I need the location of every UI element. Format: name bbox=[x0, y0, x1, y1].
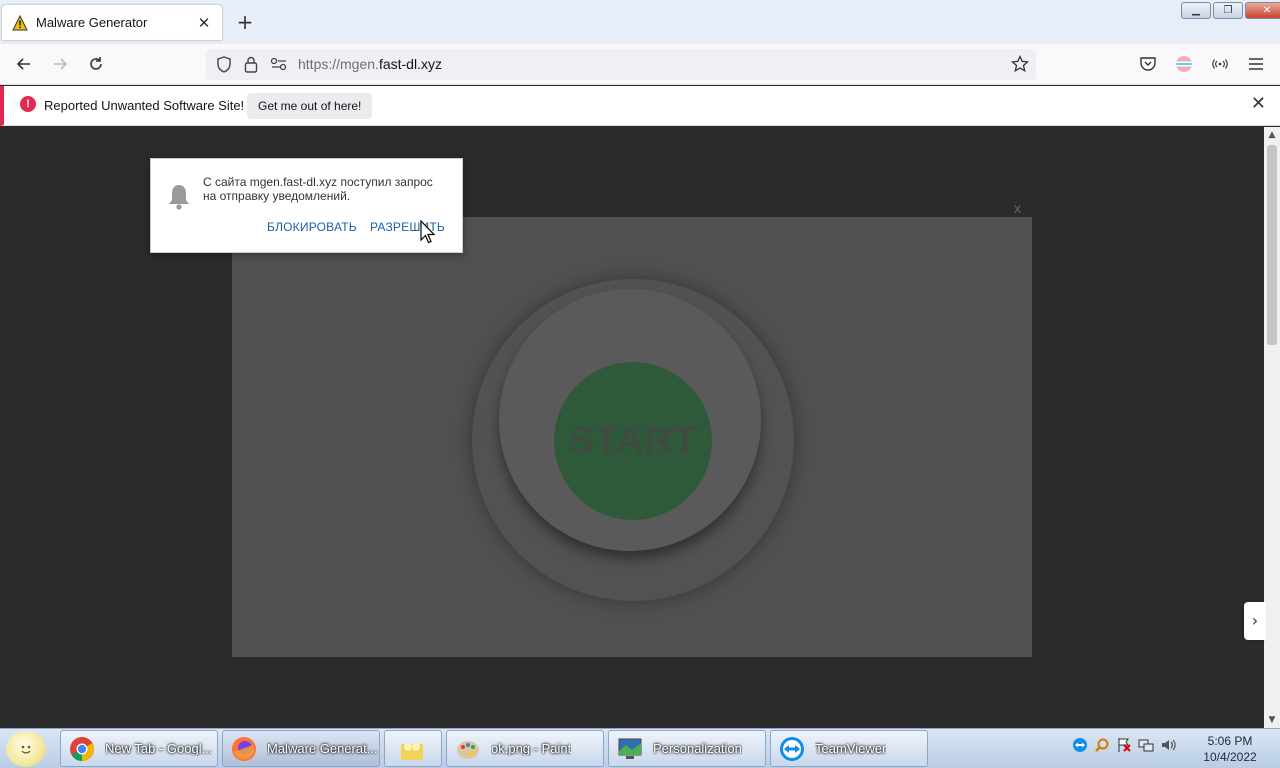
scrollbar-thumb[interactable] bbox=[1267, 145, 1277, 345]
windows-taskbar: New Tab - Googl... Malware Generat... ok… bbox=[0, 728, 1280, 768]
folder-users-icon bbox=[401, 742, 423, 760]
warning-close-icon[interactable]: ✕ bbox=[1251, 93, 1266, 114]
minimize-button[interactable]: ▁ bbox=[1181, 2, 1211, 19]
block-button[interactable]: БЛОКИРОВАТЬ bbox=[267, 220, 357, 234]
new-tab-button[interactable]: + bbox=[234, 11, 256, 33]
taskbar-clock[interactable]: 5:06 PM 10/4/2022 bbox=[1198, 733, 1262, 765]
taskbar-item-personalization[interactable]: Personalization bbox=[608, 730, 766, 767]
tab-strip: Malware Generator ✕ + ▁ ❐ ✕ bbox=[0, 0, 1280, 44]
reload-icon bbox=[90, 57, 102, 70]
back-button[interactable] bbox=[12, 52, 36, 76]
taskbar-item-label: New Tab - Googl... bbox=[105, 741, 213, 756]
tab-title: Malware Generator bbox=[36, 15, 148, 30]
alert-icon: ! bbox=[20, 96, 36, 112]
url-bar[interactable]: https://mgen.fast-dl.xyz bbox=[206, 49, 1036, 80]
unwanted-software-warning-bar: ! Reported Unwanted Software Site! Get m… bbox=[0, 86, 1280, 126]
window-close-button[interactable]: ✕ bbox=[1245, 2, 1280, 19]
side-panel-chevron-icon[interactable]: › bbox=[1244, 602, 1266, 640]
permissions-icon[interactable] bbox=[270, 57, 288, 71]
warning-message: Reported Unwanted Software Site! bbox=[44, 98, 245, 113]
account-button[interactable] bbox=[1172, 52, 1196, 76]
volume-icon[interactable] bbox=[1160, 737, 1176, 753]
bookmark-star-icon[interactable] bbox=[1011, 55, 1029, 73]
notification-permission-popup: С сайта mgen.fast-dl.xyz поступил запрос… bbox=[150, 158, 463, 253]
back-arrow-icon bbox=[16, 58, 30, 70]
extension-button[interactable] bbox=[1208, 52, 1232, 76]
url-text[interactable]: https://mgen.fast-dl.xyz bbox=[298, 56, 442, 72]
navigation-toolbar: https://mgen.fast-dl.xyz bbox=[0, 44, 1280, 85]
search-tray-icon[interactable] bbox=[1094, 737, 1110, 753]
action-center-flag-icon[interactable] bbox=[1116, 737, 1132, 753]
window-controls: ▁ ❐ ✕ bbox=[1181, 2, 1280, 19]
paint-palette-icon bbox=[457, 740, 479, 759]
permission-message: С сайта mgen.fast-dl.xyz поступил запрос… bbox=[203, 175, 453, 203]
url-host: fast-dl.xyz bbox=[378, 56, 442, 72]
taskbar-item-label: Malware Generat... bbox=[267, 741, 378, 756]
teamviewer-tray-icon[interactable] bbox=[1072, 737, 1088, 753]
restore-button[interactable]: ❐ bbox=[1213, 2, 1243, 19]
scroll-down-arrow-icon[interactable]: ▼ bbox=[1264, 712, 1280, 728]
monitor-icon bbox=[618, 738, 642, 759]
lock-icon[interactable] bbox=[244, 56, 258, 73]
account-avatar-icon bbox=[1176, 56, 1192, 72]
pocket-icon bbox=[1140, 57, 1156, 71]
url-scheme: https://mgen. bbox=[298, 56, 379, 72]
modal-close-button[interactable]: x bbox=[1014, 200, 1021, 216]
scroll-up-arrow-icon[interactable]: ▲ bbox=[1264, 127, 1280, 143]
taskbar-item-teamviewer[interactable]: TeamViewer bbox=[770, 730, 928, 767]
taskbar-item-explorer[interactable] bbox=[384, 730, 442, 767]
shield-icon[interactable] bbox=[216, 56, 232, 73]
taskbar-item-label: Personalization bbox=[653, 741, 742, 756]
broadcast-icon bbox=[1212, 59, 1228, 69]
firefox-icon bbox=[232, 736, 256, 761]
teamviewer-icon bbox=[780, 736, 804, 761]
system-tray bbox=[1072, 737, 1176, 753]
taskbar-item-label: ok.png - Paint bbox=[491, 741, 572, 756]
start-button[interactable]: START bbox=[554, 362, 712, 520]
warning-icon bbox=[12, 14, 28, 30]
chrome-icon bbox=[70, 736, 95, 761]
mouse-cursor-icon bbox=[420, 220, 436, 244]
reload-button[interactable] bbox=[84, 52, 108, 76]
pocket-button[interactable] bbox=[1136, 52, 1160, 76]
forward-button[interactable] bbox=[48, 52, 72, 76]
page-scrollbar[interactable]: ▲ ▼ bbox=[1264, 127, 1280, 728]
hamburger-menu-icon bbox=[1249, 58, 1263, 70]
smiley-icon bbox=[21, 745, 31, 754]
get-me-out-button[interactable]: Get me out of here! bbox=[247, 93, 373, 119]
taskbar-item-chrome[interactable]: New Tab - Googl... bbox=[60, 730, 218, 767]
clock-time: 5:06 PM bbox=[1207, 734, 1253, 748]
start-modal: START bbox=[232, 217, 1032, 657]
start-menu-button[interactable] bbox=[6, 731, 46, 767]
browser-tab-active[interactable]: Malware Generator ✕ bbox=[2, 5, 222, 40]
taskbar-item-paint[interactable]: ok.png - Paint bbox=[446, 730, 604, 767]
tab-close-icon[interactable]: ✕ bbox=[196, 14, 212, 32]
network-icon[interactable] bbox=[1138, 737, 1154, 753]
bell-icon bbox=[169, 185, 189, 210]
forward-arrow-icon bbox=[54, 58, 68, 70]
permission-message-line-2: на отправку уведомлений. bbox=[203, 189, 351, 203]
permission-message-line-1: С сайта mgen.fast-dl.xyz поступил запрос bbox=[203, 175, 433, 189]
taskbar-item-label: TeamViewer bbox=[815, 741, 887, 756]
clock-date: 10/4/2022 bbox=[1203, 750, 1257, 764]
taskbar-item-firefox[interactable]: Malware Generat... bbox=[222, 730, 380, 767]
menu-button[interactable] bbox=[1244, 52, 1268, 76]
